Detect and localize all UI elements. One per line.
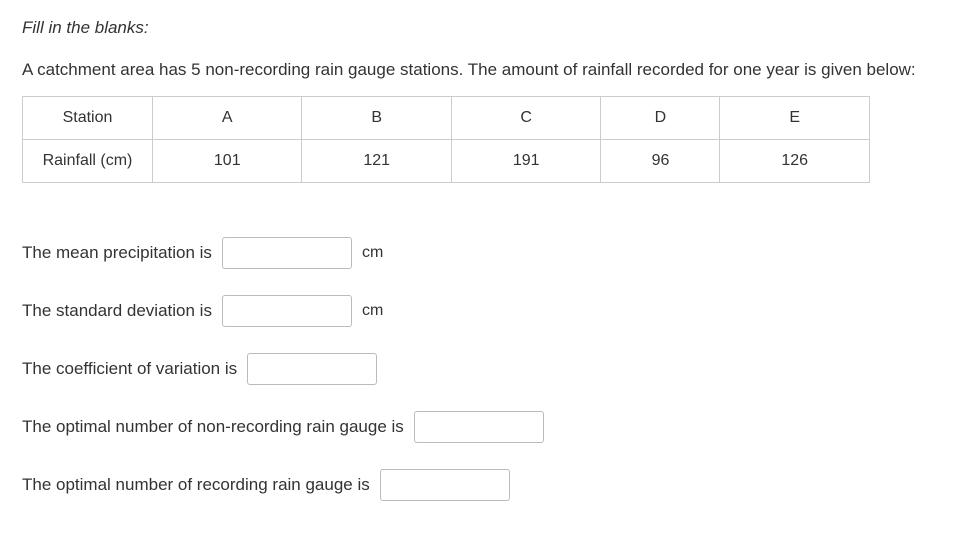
- header-station-d: D: [601, 96, 720, 139]
- q1-label: The mean precipitation is: [22, 243, 212, 263]
- header-station-c: C: [451, 96, 600, 139]
- question-standard-deviation: The standard deviation is cm: [22, 295, 953, 327]
- question-recording-gauge: The optimal number of recording rain gau…: [22, 469, 953, 501]
- mean-precipitation-input[interactable]: [222, 237, 352, 269]
- q2-unit: cm: [362, 302, 383, 320]
- question-mean-precipitation: The mean precipitation is cm: [22, 237, 953, 269]
- header-station-label: Station: [23, 96, 153, 139]
- q4-label: The optimal number of non-recording rain…: [22, 417, 404, 437]
- q1-unit: cm: [362, 244, 383, 262]
- q2-label: The standard deviation is: [22, 301, 212, 321]
- value-d: 96: [601, 139, 720, 182]
- question-nonrecording-gauge: The optimal number of non-recording rain…: [22, 411, 953, 443]
- value-e: 126: [720, 139, 870, 182]
- instruction-text: Fill in the blanks:: [22, 18, 953, 38]
- table-data-row: Rainfall (cm) 101 121 191 96 126: [23, 139, 870, 182]
- q3-label: The coefficient of variation is: [22, 359, 237, 379]
- q5-label: The optimal number of recording rain gau…: [22, 475, 370, 495]
- header-station-e: E: [720, 96, 870, 139]
- value-a: 101: [153, 139, 302, 182]
- coefficient-variation-input[interactable]: [247, 353, 377, 385]
- nonrecording-gauge-input[interactable]: [414, 411, 544, 443]
- standard-deviation-input[interactable]: [222, 295, 352, 327]
- value-c: 191: [451, 139, 600, 182]
- table-header-row: Station A B C D E: [23, 96, 870, 139]
- header-station-a: A: [153, 96, 302, 139]
- problem-description: A catchment area has 5 non-recording rai…: [22, 58, 953, 82]
- row-rainfall-label: Rainfall (cm): [23, 139, 153, 182]
- question-coefficient-variation: The coefficient of variation is: [22, 353, 953, 385]
- rainfall-data-table: Station A B C D E Rainfall (cm) 101 121 …: [22, 96, 870, 183]
- header-station-b: B: [302, 96, 451, 139]
- recording-gauge-input[interactable]: [380, 469, 510, 501]
- value-b: 121: [302, 139, 451, 182]
